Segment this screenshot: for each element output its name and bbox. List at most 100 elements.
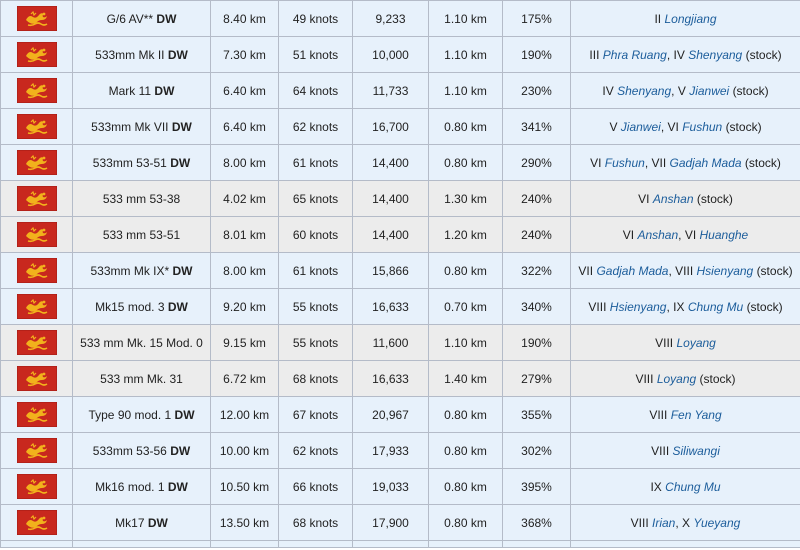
ship-tier: VIII: [630, 515, 649, 530]
damage-cell: 11,600: [352, 324, 429, 361]
ship-link[interactable]: Hsienyang: [610, 300, 667, 314]
deep-water-tag: DW: [174, 407, 195, 422]
torpedo-name-cell: 533mm Mk IX* DW: [72, 252, 211, 289]
ship-tier: VI: [667, 119, 679, 134]
ships-cell: II Longjiang: [570, 0, 800, 37]
detectability-cell: 0.80 km: [428, 468, 503, 505]
detectability-cell: 1.30 km: [428, 180, 503, 217]
range-cell: 9.20 km: [210, 288, 279, 325]
ships-cell: VIII Hsienyang, IX Chung Mu (stock): [570, 288, 800, 325]
ships-cell: VI Fushun, VII Gadjah Mada (stock): [570, 144, 800, 181]
ship-tier: VII: [578, 263, 594, 278]
ship-link[interactable]: Jianwei: [621, 120, 661, 134]
nation-cell: [0, 396, 73, 433]
detectability-cell: 0.80 km: [428, 432, 503, 469]
ship-link[interactable]: Loyang: [676, 336, 715, 350]
range-cell: 8.00 km: [210, 144, 279, 181]
deep-water-tag: DW: [170, 155, 191, 170]
damage-cell: 11,733: [352, 72, 429, 109]
stock-label: (stock): [746, 299, 783, 314]
ship-link[interactable]: Chung Mu: [665, 480, 720, 494]
ship-tier: V: [677, 83, 686, 98]
ship-link[interactable]: Huanghe: [700, 228, 749, 242]
range-cell: 6.72 km: [210, 360, 279, 397]
ship-link[interactable]: Jianwei: [689, 84, 729, 98]
torpedo-name: 533mm Mk IX*: [90, 263, 170, 278]
range-cell: 9.15 km: [210, 324, 279, 361]
empty-cell: [0, 540, 73, 548]
ship-link[interactable]: Fushun: [682, 120, 722, 134]
torpedo-name-cell: 533mm 53-56 DW: [72, 432, 211, 469]
speed-cell: 62 knots: [278, 108, 353, 145]
torpedo-name-cell: 533 mm Mk. 31: [72, 360, 211, 397]
pan-asian-dragon-flag-icon: [16, 149, 57, 176]
ship-link[interactable]: Shenyang: [688, 48, 742, 62]
ship-link[interactable]: Yueyang: [693, 516, 740, 530]
reload-cell: 190%: [502, 36, 571, 73]
table-row: 533mm Mk II DW 7.30 km 51 knots 10,000 1.10 …: [0, 36, 800, 73]
torpedo-name-cell: 533 mm 53-51: [72, 216, 211, 253]
speed-cell: 62 knots: [278, 432, 353, 469]
pan-asian-dragon-flag-icon: [16, 185, 57, 212]
torpedo-name: G/6 AV**: [106, 11, 154, 26]
empty-cell: [72, 540, 211, 548]
pan-asian-dragon-flag-icon: [16, 437, 57, 464]
torpedo-name: 533 mm Mk. 31: [100, 371, 183, 386]
table-body: G/6 AV** DW 8.40 km 49 knots 9,233 1.10 km 17…: [0, 0, 800, 548]
detectability-cell: 1.40 km: [428, 360, 503, 397]
ship-tier: IX: [673, 299, 685, 314]
detectability-cell: 1.10 km: [428, 0, 503, 37]
ship-link[interactable]: Irian: [652, 516, 675, 530]
ships-cell: VIII Siliwangi: [570, 432, 800, 469]
ship-tier: VII: [651, 155, 667, 170]
ship-link[interactable]: Gadjah Mada: [596, 264, 668, 278]
detectability-cell: 0.80 km: [428, 396, 503, 433]
speed-cell: 55 knots: [278, 288, 353, 325]
range-cell: 8.00 km: [210, 252, 279, 289]
torpedo-name-cell: Mk17 DW: [72, 504, 211, 541]
ship-link[interactable]: Fen Yang: [671, 408, 722, 422]
stock-label: (stock): [699, 371, 736, 386]
ship-link[interactable]: Anshan: [637, 228, 678, 242]
range-cell: 10.00 km: [210, 432, 279, 469]
reload-cell: 395%: [502, 468, 571, 505]
damage-cell: 15,866: [352, 252, 429, 289]
damage-cell: 17,933: [352, 432, 429, 469]
ship-link[interactable]: Longjiang: [664, 12, 716, 26]
deep-water-tag: DW: [167, 299, 188, 314]
speed-cell: 67 knots: [278, 396, 353, 433]
ship-link[interactable]: Fushun: [605, 156, 645, 170]
ship-link[interactable]: Shenyang: [617, 84, 671, 98]
pan-asian-dragon-flag-icon: [16, 41, 57, 68]
ship-link[interactable]: Gadjah Mada: [670, 156, 742, 170]
torpedo-name-cell: 533mm Mk VII DW: [72, 108, 211, 145]
torpedo-name-cell: Mark 11 DW: [72, 72, 211, 109]
empty-cell: [428, 540, 503, 548]
ship-link[interactable]: Anshan: [653, 192, 694, 206]
torpedo-name: 533mm 53-51: [92, 155, 167, 170]
nation-cell: [0, 180, 73, 217]
ship-tier: VIII: [635, 371, 654, 386]
torpedo-name: 533 mm 53-38: [102, 191, 181, 206]
ship-link[interactable]: Loyang: [657, 372, 696, 386]
torpedo-name-cell: G/6 AV** DW: [72, 0, 211, 37]
ship-link[interactable]: Hsienyang: [697, 264, 754, 278]
damage-cell: 19,033: [352, 468, 429, 505]
detectability-cell: 0.80 km: [428, 108, 503, 145]
detectability-cell: 0.80 km: [428, 144, 503, 181]
table-row: 533 mm 53-38 4.02 km 65 knots 14,400 1.30 km…: [0, 180, 800, 217]
ship-link[interactable]: Siliwangi: [673, 444, 720, 458]
ships-cell: VI Anshan (stock): [570, 180, 800, 217]
ships-cell: VIII Loyang (stock): [570, 360, 800, 397]
speed-cell: 68 knots: [278, 504, 353, 541]
damage-cell: 16,633: [352, 288, 429, 325]
speed-cell: 51 knots: [278, 36, 353, 73]
table-row: G/6 AV** DW 8.40 km 49 knots 9,233 1.10 km 17…: [0, 0, 800, 37]
stock-label: (stock): [756, 263, 793, 278]
ship-link[interactable]: Chung Mu: [688, 300, 743, 314]
nation-cell: [0, 36, 73, 73]
pan-asian-dragon-flag-icon: [16, 113, 57, 140]
nation-cell: [0, 288, 73, 325]
nation-cell: [0, 72, 73, 109]
ship-link[interactable]: Phra Ruang: [603, 48, 667, 62]
